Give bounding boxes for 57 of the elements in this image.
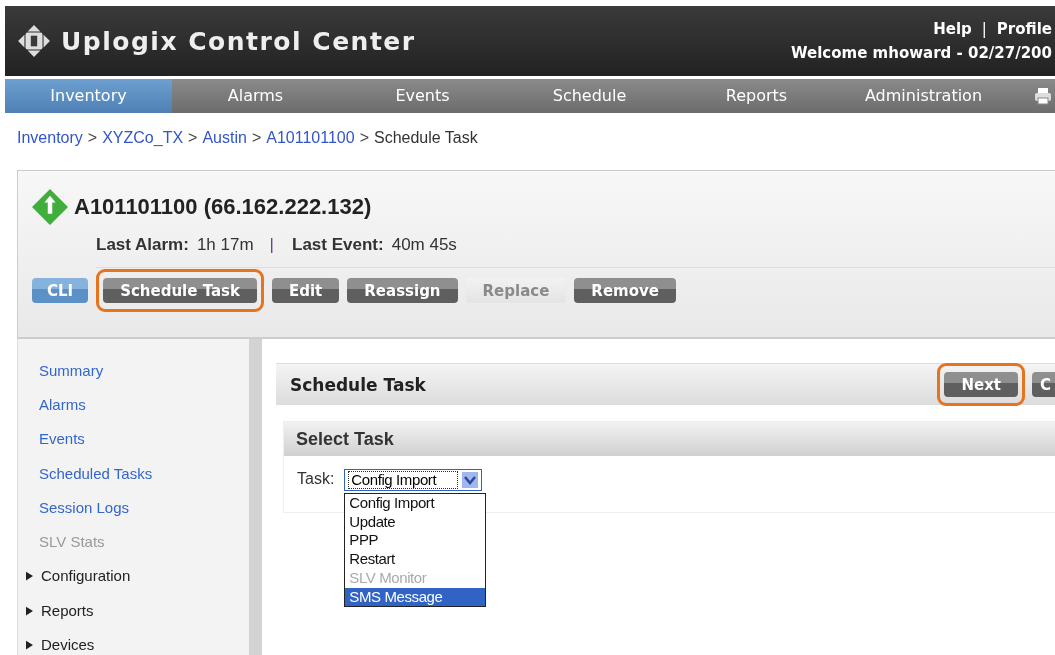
panel-button[interactable]: C <box>1032 372 1055 397</box>
separator: | <box>981 20 987 38</box>
help-link[interactable]: Help <box>933 20 972 38</box>
device-icon <box>32 189 68 225</box>
welcome-text: Welcome mhoward - 02/27/200 <box>791 44 1052 62</box>
printer-icon[interactable] <box>1033 86 1053 106</box>
nav-tab[interactable]: Administration <box>840 79 1007 113</box>
nav-tab[interactable]: Schedule <box>506 79 673 113</box>
nav-tab[interactable]: Reports <box>673 79 840 113</box>
device-title: A101101100 (66.162.222.132) <box>74 194 372 220</box>
separator: | <box>269 235 275 255</box>
breadcrumb-separator: > <box>87 129 98 146</box>
breadcrumb-link[interactable]: Inventory <box>17 129 83 146</box>
info-label: Last Event: <box>292 235 384 255</box>
sidebar-link[interactable]: Alarms <box>39 395 249 430</box>
dropdown-option[interactable]: PPP <box>345 531 486 551</box>
sidebar-link[interactable]: Summary <box>39 361 249 396</box>
breadcrumb-current: Schedule Task <box>373 129 478 146</box>
breadcrumb-link[interactable]: A101101100 <box>266 129 355 146</box>
sidebar-link[interactable]: Scheduled Tasks <box>39 463 249 498</box>
expand-arrow-icon[interactable] <box>26 639 33 650</box>
sidebar-link[interactable]: Session Logs <box>39 497 249 533</box>
info-value: 40m 45s <box>391 235 457 255</box>
expand-arrow-icon[interactable] <box>26 605 33 616</box>
dropdown-option[interactable]: Update <box>345 512 486 532</box>
sidebar-link[interactable]: Events <box>39 429 249 464</box>
action-button[interactable]: Remove <box>574 278 676 303</box>
action-button[interactable]: Reassign <box>347 278 458 303</box>
dropdown-option[interactable]: Config Import <box>345 494 486 513</box>
logo-icon <box>17 24 51 58</box>
panel-title: Schedule Task <box>290 374 426 395</box>
field-label: Task: <box>297 469 335 489</box>
dropdown-option[interactable]: SMS Message <box>345 587 486 607</box>
task-dropdown[interactable]: Config Import <box>344 469 483 491</box>
app-title: Uplogix Control Center <box>61 26 416 56</box>
sidebar-section[interactable]: Reports <box>41 600 94 621</box>
expand-arrow-icon[interactable] <box>26 571 33 582</box>
action-button[interactable]: CLI <box>32 278 89 303</box>
sidebar-section[interactable]: Configuration <box>41 566 131 587</box>
profile-link[interactable]: Profile <box>996 20 1052 38</box>
breadcrumb-separator: > <box>251 129 262 146</box>
action-button[interactable]: Edit <box>272 278 340 303</box>
action-button[interactable]: Schedule Task <box>103 278 257 303</box>
breadcrumb-separator: > <box>188 129 198 146</box>
nav-tab[interactable]: Alarms <box>172 79 339 113</box>
sidebar-section[interactable]: Devices <box>41 634 95 655</box>
nav-tab[interactable]: Events <box>339 79 506 113</box>
next-button[interactable]: Next <box>944 372 1018 397</box>
info-value: 1h 17m <box>196 235 254 255</box>
section-title: Select Task <box>296 428 394 450</box>
breadcrumb-link[interactable]: Austin <box>202 129 247 146</box>
chevron-down-icon[interactable] <box>461 472 480 488</box>
dropdown-option[interactable]: Restart <box>345 550 486 569</box>
breadcrumb-link[interactable]: XYZCo_TX <box>102 129 184 146</box>
info-label: Last Alarm: <box>96 235 189 255</box>
breadcrumb-separator: > <box>359 129 369 146</box>
nav-tab[interactable]: Inventory <box>5 79 172 113</box>
